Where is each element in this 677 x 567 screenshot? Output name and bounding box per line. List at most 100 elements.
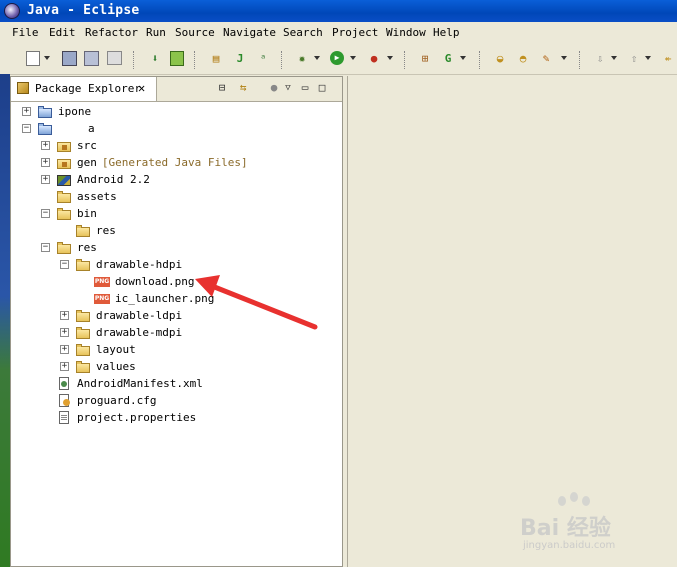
tree-item-layout[interactable]: + layout	[60, 341, 136, 358]
save-icon[interactable]	[62, 51, 77, 66]
tree-item-drawable-ldpi[interactable]: + drawable-ldpi	[60, 307, 182, 324]
expand-icon[interactable]: +	[60, 311, 69, 320]
debug-icon[interactable]: ✹	[294, 51, 310, 67]
expand-icon[interactable]: +	[22, 107, 31, 116]
run-icon[interactable]: ▶	[330, 51, 344, 65]
new-icon[interactable]	[26, 51, 40, 66]
expand-icon[interactable]: +	[41, 141, 50, 150]
tree-item-src[interactable]: + src	[41, 137, 97, 154]
minimize-icon[interactable]: ▭	[298, 81, 312, 95]
view-menu-icon[interactable]: ●	[267, 81, 281, 95]
tree-item-bin-res[interactable]: res	[60, 222, 116, 239]
next-annotation-dropdown-icon[interactable]	[611, 56, 617, 60]
external-tools-dropdown-icon[interactable]	[387, 56, 393, 60]
close-icon[interactable]: ✕	[138, 81, 145, 95]
search-icon[interactable]: ✎	[538, 51, 554, 67]
chevron-down-icon[interactable]: ▽	[281, 81, 295, 95]
folder-icon	[56, 190, 72, 204]
toolbar-separator	[194, 51, 197, 69]
open-task-icon[interactable]: ◓	[515, 51, 531, 67]
tree-item-assets[interactable]: assets	[41, 188, 117, 205]
tree-item-project[interactable]: − a	[22, 120, 95, 137]
tree-item-values[interactable]: + values	[60, 358, 136, 375]
new-class-dropdown-icon[interactable]	[460, 56, 466, 60]
folder-icon	[75, 326, 91, 340]
collapse-icon[interactable]: −	[41, 243, 50, 252]
menu-search[interactable]: Search	[283, 26, 323, 39]
search-dropdown-icon[interactable]	[561, 56, 567, 60]
tree-item-android-manifest[interactable]: AndroidManifest.xml	[56, 375, 203, 392]
paw-icon	[558, 496, 566, 506]
tree-item-label: assets	[77, 190, 117, 203]
back-icon[interactable]: ↞	[660, 51, 676, 67]
package-explorer-icon	[17, 82, 29, 94]
collapse-icon[interactable]: −	[60, 260, 69, 269]
tree-item-label: project.properties	[77, 411, 197, 424]
toolbar-separator	[281, 51, 284, 69]
expand-icon[interactable]: +	[60, 328, 69, 337]
debug-dropdown-icon[interactable]	[314, 56, 320, 60]
annotation-arrow	[195, 275, 318, 330]
tree-item-label: AndroidManifest.xml	[77, 377, 203, 390]
previous-annotation-icon[interactable]: ⇧	[626, 51, 642, 67]
desktop-background	[0, 74, 10, 567]
tree-item-drawable-hdpi[interactable]: − drawable-hdpi	[60, 256, 182, 273]
new-java-class-icon[interactable]: G	[440, 51, 456, 67]
tree-item-label: bin	[77, 207, 97, 220]
package-folder-icon	[56, 139, 72, 153]
window-title-bar[interactable]: Java - Eclipse	[0, 0, 677, 22]
folder-icon	[75, 309, 91, 323]
project-icon	[37, 105, 53, 119]
external-tools-icon[interactable]: ●	[366, 51, 382, 67]
menu-window[interactable]: Window	[386, 26, 426, 39]
open-type-icon[interactable]: ◒	[492, 51, 508, 67]
link-with-editor-icon[interactable]: ⇆	[236, 81, 250, 95]
tree-item-ipone[interactable]: + ipone	[22, 103, 91, 120]
tree-item-label: drawable-mdpi	[96, 326, 183, 339]
tree-item-res[interactable]: − res	[41, 239, 97, 256]
menu-help[interactable]: Help	[433, 26, 460, 39]
tree-item-project-properties[interactable]: project.properties	[56, 409, 196, 426]
tree-item-bin[interactable]: − bin	[41, 205, 97, 222]
collapse-icon[interactable]: −	[41, 209, 50, 218]
new-android-project-icon[interactable]: ▤	[208, 51, 224, 67]
expand-icon[interactable]: +	[60, 345, 69, 354]
menu-run[interactable]: Run	[146, 26, 166, 39]
collapse-icon[interactable]: −	[22, 124, 31, 133]
menu-navigate[interactable]: Navigate	[223, 26, 276, 39]
expand-icon[interactable]: +	[60, 362, 69, 371]
tree-item-label: ipone	[58, 105, 92, 118]
save-all-icon[interactable]	[84, 51, 99, 66]
paw-icon	[570, 492, 578, 502]
run-dropdown-icon[interactable]	[350, 56, 356, 60]
tree-item-download-png[interactable]: download.png	[94, 273, 194, 290]
tree-item-android-library[interactable]: + Android 2.2	[41, 171, 150, 188]
android-sdk-icon[interactable]: ⬇	[147, 51, 163, 67]
collapse-all-icon[interactable]: ⊟	[215, 81, 229, 95]
menu-source[interactable]: Source	[175, 26, 215, 39]
main-toolbar: ⬇ ▤ J ᵃ ✹ ▶ ● ⊞ G ◒ ◓ ✎ ⇩ ⇧ ↞	[0, 44, 677, 75]
tree-item-gen[interactable]: + gen [Generated Java Files]	[41, 154, 248, 171]
new-dropdown-icon[interactable]	[44, 56, 50, 60]
new-junit-icon[interactable]: J	[232, 51, 248, 67]
tree-item-label: a	[88, 122, 95, 135]
expand-icon[interactable]: +	[41, 175, 50, 184]
print-icon[interactable]	[107, 51, 122, 65]
folder-icon	[56, 241, 72, 255]
menu-refactor[interactable]: Refactor	[85, 26, 138, 39]
menu-project[interactable]: Project	[332, 26, 378, 39]
maximize-icon[interactable]: □	[315, 81, 329, 95]
menu-edit[interactable]: Edit	[49, 26, 76, 39]
previous-annotation-dropdown-icon[interactable]	[645, 56, 651, 60]
menu-file[interactable]: File	[12, 26, 39, 39]
new-java-package-icon[interactable]: ⊞	[417, 51, 433, 67]
new-android-xml-icon[interactable]: ᵃ	[255, 51, 271, 67]
next-annotation-icon[interactable]: ⇩	[592, 51, 608, 67]
avd-manager-icon[interactable]	[170, 51, 184, 66]
tree-item-proguard-cfg[interactable]: proguard.cfg	[56, 392, 156, 409]
expand-icon[interactable]: +	[41, 158, 50, 167]
toolbar-separator	[479, 51, 482, 69]
text-file-icon	[56, 410, 72, 425]
tab-package-explorer[interactable]: Package Explorer ✕	[11, 77, 157, 101]
tree-item-drawable-mdpi[interactable]: + drawable-mdpi	[60, 324, 182, 341]
